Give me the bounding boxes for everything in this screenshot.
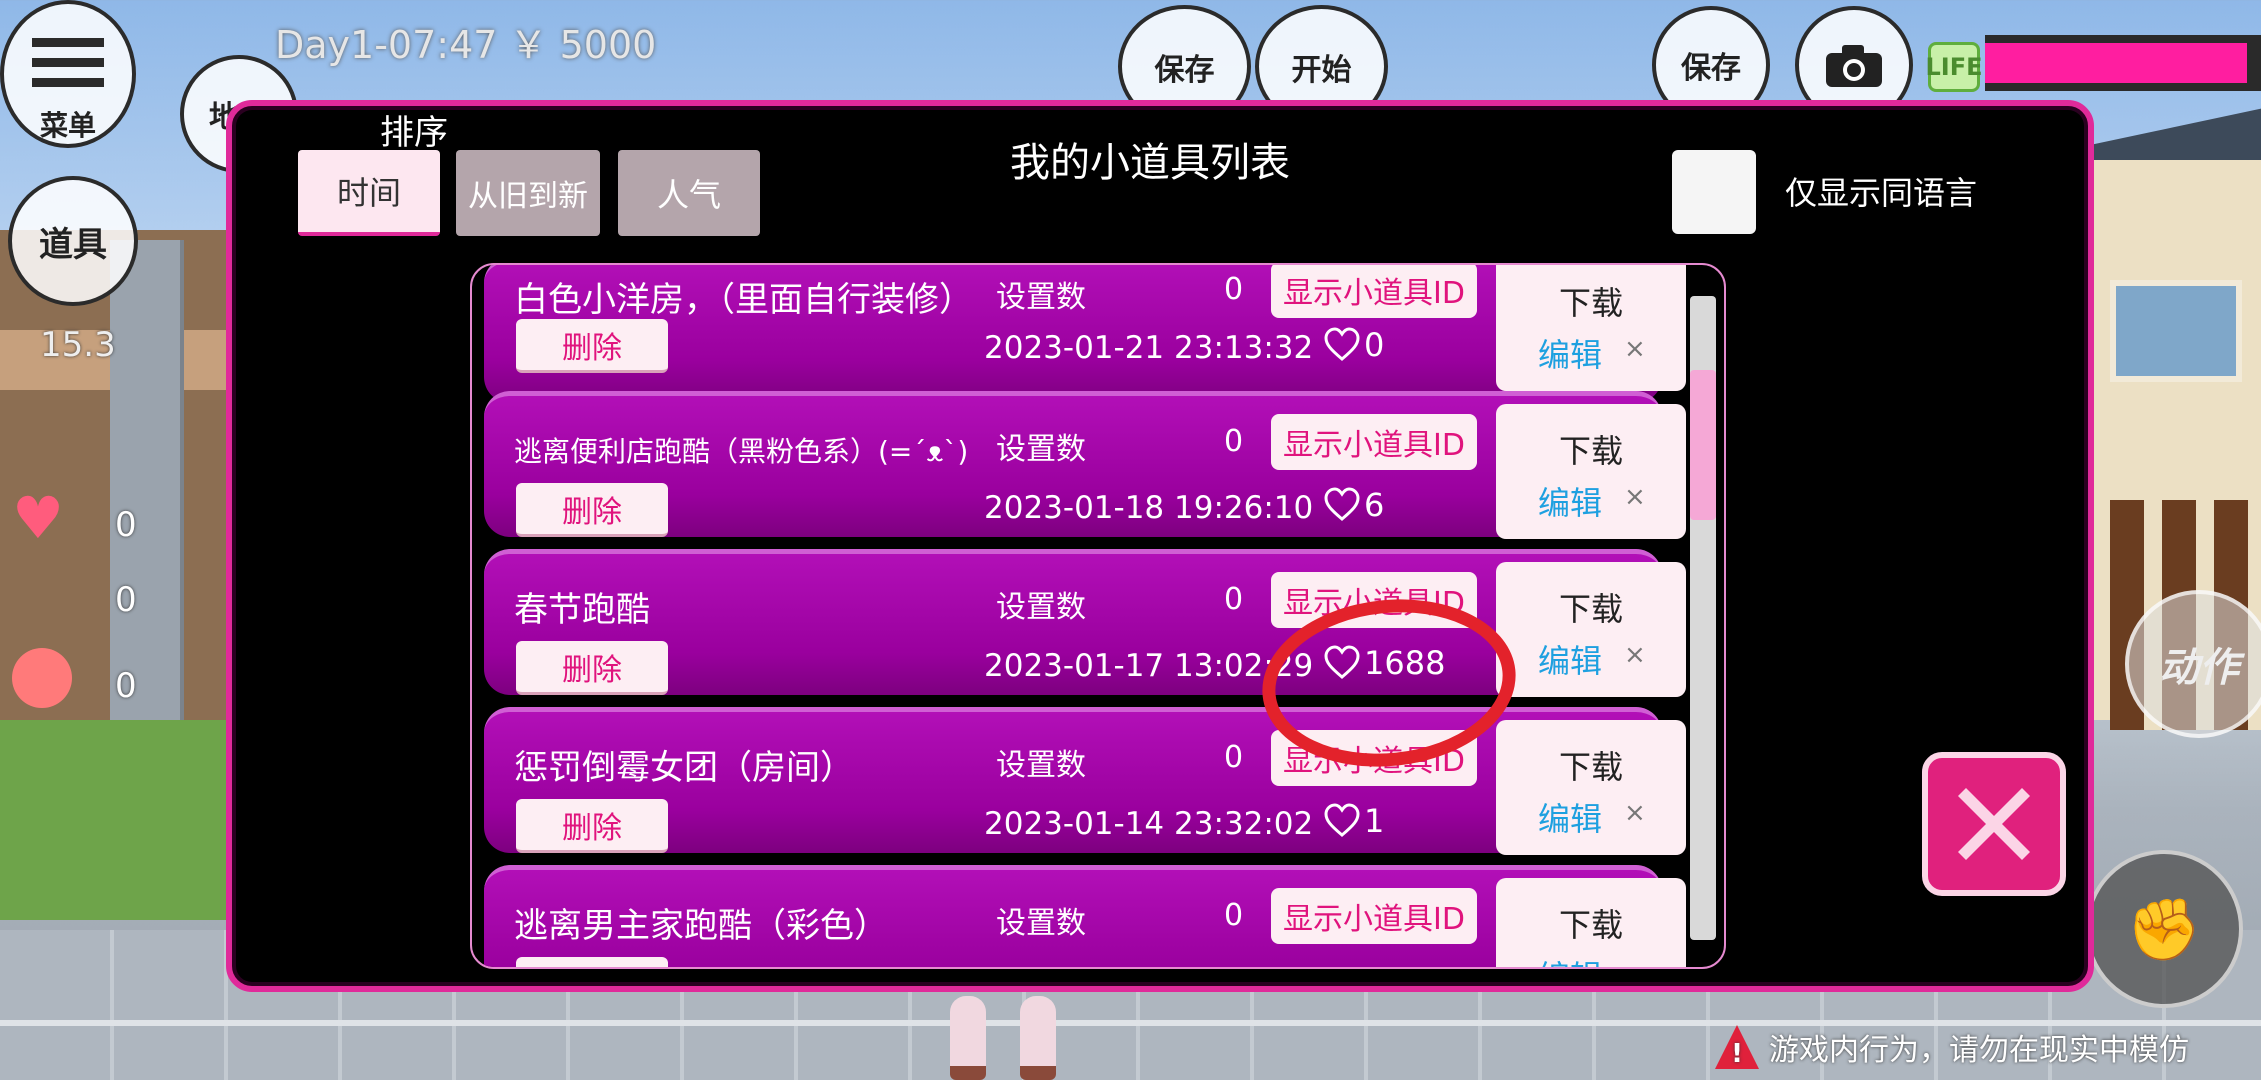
delete-button[interactable]: 删除 xyxy=(516,641,668,695)
same-language-label: 仅显示同语言 xyxy=(1785,174,1978,212)
set-count-value: 0 xyxy=(1224,898,1244,933)
sort-by-popularity-button[interactable]: 人气 xyxy=(618,150,760,236)
action-label: 动作 xyxy=(2159,645,2239,691)
props-list[interactable]: 白色小洋房，（里面自行装修） 删除 设置数 0 显示小道具ID 2023-01-… xyxy=(470,263,1726,969)
like-count-value: 6 xyxy=(1364,486,1385,524)
show-prop-id-button[interactable]: 显示小道具ID xyxy=(1271,414,1477,470)
punch-button[interactable]: ✊ xyxy=(2085,850,2243,1008)
heart-outline-icon xyxy=(1324,487,1360,521)
same-language-checkbox[interactable] xyxy=(1672,150,1756,234)
list-scrollbar[interactable] xyxy=(1690,296,1716,940)
close-icon xyxy=(1958,788,2030,860)
stat-value: 15.3 xyxy=(40,325,116,365)
top-save-label: 保存 xyxy=(1154,52,1215,88)
save-label: 保存 xyxy=(1681,51,1741,86)
item-date: 2023-01-21 23:13:32 xyxy=(984,330,1314,366)
background-window-right xyxy=(2110,280,2242,382)
set-count-value: 0 xyxy=(1224,272,1244,307)
like-count[interactable]: 6 xyxy=(1324,486,1384,524)
close-dialog-button[interactable] xyxy=(1922,752,2066,896)
action-button[interactable]: 动作 xyxy=(2125,590,2261,738)
list-item: 逃离便利店跑酷（黑粉色系）(=´ᴥ`) 删除 设置数 0 显示小道具ID 202… xyxy=(484,391,1686,539)
life-label: LIFE xyxy=(1926,42,1983,92)
like-count-value: 1 xyxy=(1364,802,1385,840)
warning-text: 游戏内行为，请勿在现实中模仿 xyxy=(1769,1033,2189,1068)
item-title: 逃离男主家跑酷（彩色） xyxy=(514,906,888,946)
close-icon[interactable]: × xyxy=(1624,640,1646,670)
download-label[interactable]: 下载 xyxy=(1496,278,1686,324)
fist-icon: ✊ xyxy=(2126,894,2202,965)
star-count: 0 xyxy=(115,580,137,620)
delete-button[interactable]: 删除 xyxy=(516,319,668,373)
item-title: 白色小洋房，（里面自行装修） xyxy=(514,280,973,320)
sort-old-to-new-button[interactable]: 从旧到新 xyxy=(456,150,600,236)
set-count-label: 设置数 xyxy=(996,432,1086,467)
life-bar-fill xyxy=(1985,43,2248,83)
like-count-value: 0 xyxy=(1364,326,1385,364)
set-count-label: 设置数 xyxy=(996,906,1086,941)
day-time-money-status: Day1-07:47 ￥ 5000 xyxy=(275,23,657,67)
delete-button[interactable]: 删除 xyxy=(516,957,668,967)
edit-link[interactable]: 编辑 xyxy=(1538,330,1602,376)
download-label[interactable]: 下载 xyxy=(1496,742,1686,788)
warning-bar: ! 游戏内行为，请勿在现实中模仿 xyxy=(1715,1022,2261,1072)
close-icon[interactable]: × xyxy=(1624,798,1646,828)
list-item: 逃离男主家跑酷（彩色） 删除 设置数 0 显示小道具ID 下载 编辑 xyxy=(484,865,1686,967)
character-feet xyxy=(950,995,1060,1080)
life-bar xyxy=(1985,35,2261,91)
delete-button[interactable]: 删除 xyxy=(516,483,668,537)
edit-link[interactable]: 编辑 xyxy=(1538,636,1602,682)
set-count-label: 设置数 xyxy=(996,590,1086,625)
item-date: 2023-01-14 23:32:02 xyxy=(984,806,1314,842)
set-count-value: 0 xyxy=(1224,582,1244,617)
download-label[interactable]: 下载 xyxy=(1496,584,1686,630)
angry-face-icon xyxy=(12,648,72,708)
download-box[interactable]: 下载 编辑 × xyxy=(1496,720,1686,855)
heart-outline-icon xyxy=(1324,327,1360,361)
delete-button[interactable]: 删除 xyxy=(516,799,668,853)
set-count-label: 设置数 xyxy=(996,748,1086,783)
set-count-value: 0 xyxy=(1224,424,1244,459)
item-title: 逃离便利店跑酷（黑粉色系）(=´ᴥ`) xyxy=(514,435,969,468)
download-label[interactable]: 下载 xyxy=(1496,426,1686,472)
show-prop-id-button[interactable]: 显示小道具ID xyxy=(1271,265,1477,318)
heart-icon: ♥ xyxy=(12,484,64,552)
close-icon[interactable]: × xyxy=(1624,482,1646,512)
download-box[interactable]: 下载 编辑 × xyxy=(1496,562,1686,697)
close-icon[interactable]: × xyxy=(1624,334,1646,364)
menu-icon xyxy=(32,38,104,88)
heart-outline-icon xyxy=(1324,803,1360,837)
sort-label: 排序 xyxy=(380,113,448,153)
list-scrollbar-thumb[interactable] xyxy=(1690,370,1716,520)
menu-button[interactable]: 菜单 xyxy=(0,0,136,148)
dialog-title: 我的小道具列表 xyxy=(1010,140,1290,186)
props-button[interactable]: 道具 xyxy=(8,176,138,306)
top-start-label: 开始 xyxy=(1291,52,1352,88)
show-prop-id-button[interactable]: 显示小道具ID xyxy=(1271,888,1477,944)
item-title: 惩罚倒霉女团（房间） xyxy=(514,748,854,788)
edit-link[interactable]: 编辑 xyxy=(1538,478,1602,524)
like-count[interactable]: 1 xyxy=(1324,802,1384,840)
edit-link[interactable]: 编辑 xyxy=(1538,952,1602,967)
item-date: 2023-01-18 19:26:10 xyxy=(984,490,1314,526)
props-label: 道具 xyxy=(39,224,107,265)
set-count-value: 0 xyxy=(1224,740,1244,775)
item-title: 春节跑酷 xyxy=(514,590,650,630)
menu-label: 菜单 xyxy=(39,109,96,142)
camera-icon xyxy=(1826,45,1882,87)
warning-icon: ! xyxy=(1715,1025,1759,1069)
download-box[interactable]: 下载 编辑 xyxy=(1496,878,1686,967)
download-box[interactable]: 下载 编辑 × xyxy=(1496,404,1686,539)
heart-count: 0 xyxy=(115,505,137,545)
download-box[interactable]: 下载 编辑 × xyxy=(1496,265,1686,391)
sort-by-time-button[interactable]: 时间 xyxy=(298,150,440,236)
like-count[interactable]: 0 xyxy=(1324,326,1384,364)
edit-link[interactable]: 编辑 xyxy=(1538,794,1602,840)
download-label[interactable]: 下载 xyxy=(1496,900,1686,946)
background-grass xyxy=(0,720,240,920)
angry-count: 0 xyxy=(115,666,137,706)
set-count-label: 设置数 xyxy=(996,280,1086,315)
list-item: 白色小洋房，（里面自行装修） 删除 设置数 0 显示小道具ID 2023-01-… xyxy=(484,265,1686,403)
